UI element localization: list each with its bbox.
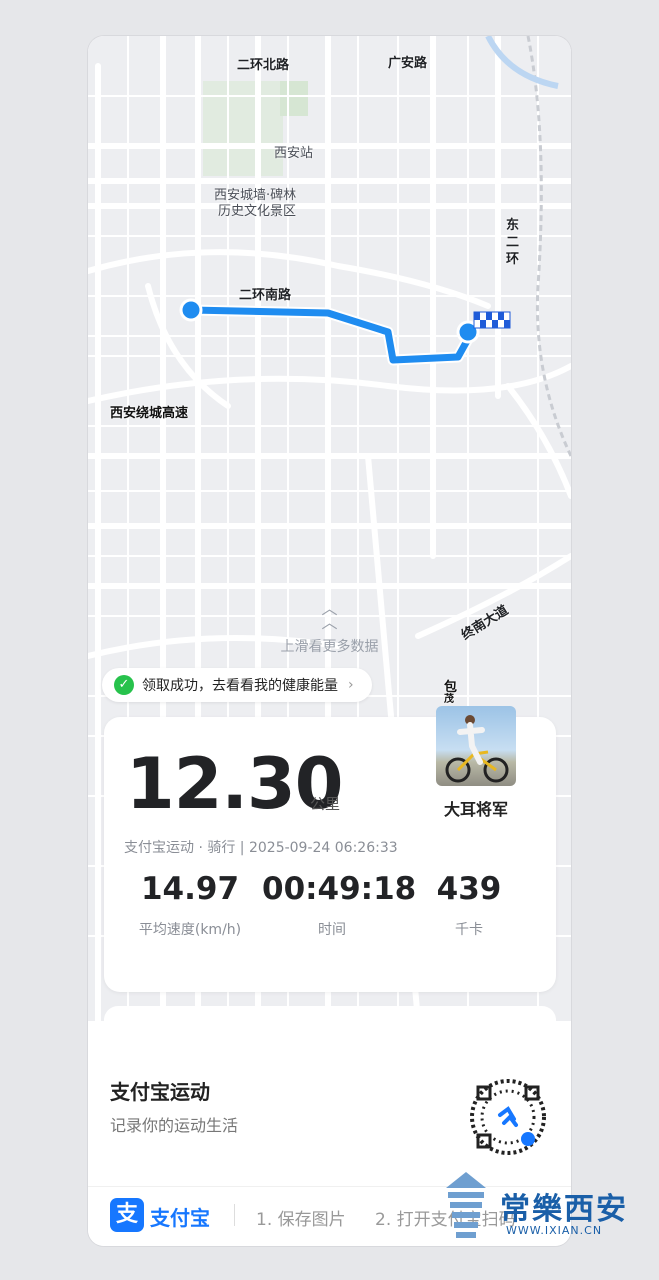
map-label-road: 二环北路: [237, 58, 290, 73]
map-label-scenic: 历史文化景区: [218, 204, 297, 219]
alipay-logo-icon: 支: [110, 1198, 144, 1232]
chevron-right-icon: ›: [348, 677, 354, 693]
chevron-up-icon: ︿ ︿: [321, 599, 338, 632]
qr-code[interactable]: [470, 1079, 546, 1155]
qr-code-icon: [470, 1079, 546, 1155]
swipe-up-label: 上滑看更多数据: [280, 639, 379, 655]
distance-unit: 公里: [310, 795, 341, 813]
map-label-road: 广安路: [388, 56, 428, 71]
map-label-station: 西安站: [274, 146, 314, 161]
toast-text: 领取成功，去看看我的健康能量: [142, 678, 338, 694]
map-label-road: 二环南路: [239, 288, 292, 303]
promo-subtitle: 记录你的运动生活: [110, 1116, 239, 1135]
map-label-road: 环: [506, 252, 520, 267]
finish-flag-icon: [473, 311, 511, 329]
metric-duration: 00:49:18 时间: [262, 871, 417, 939]
promo-title: 支付宝运动: [110, 1080, 210, 1104]
activity-meta: 支付宝运动 · 骑行 | 2025-09-24 06:26:33: [124, 840, 398, 856]
swipe-up-hint[interactable]: ︿ ︿ 上滑看更多数据: [88, 599, 571, 656]
metric-label: 千卡: [455, 922, 483, 938]
metric-value: 439: [436, 871, 502, 907]
metric-calories: 439 千卡: [424, 871, 514, 939]
map-label-road: 西安绕城高速: [110, 406, 189, 421]
avatar[interactable]: [436, 706, 516, 786]
next-card-peek: [104, 1006, 556, 1036]
footer-step-1: 1. 保存图片: [256, 1210, 346, 1230]
metric-label: 平均速度(km/h): [138, 922, 242, 938]
metric-value: 14.97: [140, 871, 240, 907]
user-name: 大耳将军: [443, 800, 508, 819]
metric-avg-speed: 14.97 平均速度(km/h): [134, 871, 246, 939]
map-label-place: 茂: [444, 694, 454, 705]
watermark-url: WWW.IXIAN.CN: [506, 1224, 603, 1237]
footer-divider: [234, 1204, 235, 1226]
cyclist-photo: [445, 715, 509, 783]
health-energy-toast[interactable]: ✓ 领取成功，去看看我的健康能量 ›: [102, 668, 372, 702]
watermark-text: 常樂西安: [500, 1192, 628, 1227]
metric-label: 时间: [318, 922, 346, 938]
check-icon: ✓: [114, 675, 134, 695]
alipay-brand: 支付宝: [150, 1206, 210, 1230]
share-card: 二环北路 广安路 西安站 西安城墙·碑林 历史文化景区 东 二 环 二环南路 西…: [88, 36, 571, 1246]
metric-value: 00:49:18: [262, 871, 417, 907]
